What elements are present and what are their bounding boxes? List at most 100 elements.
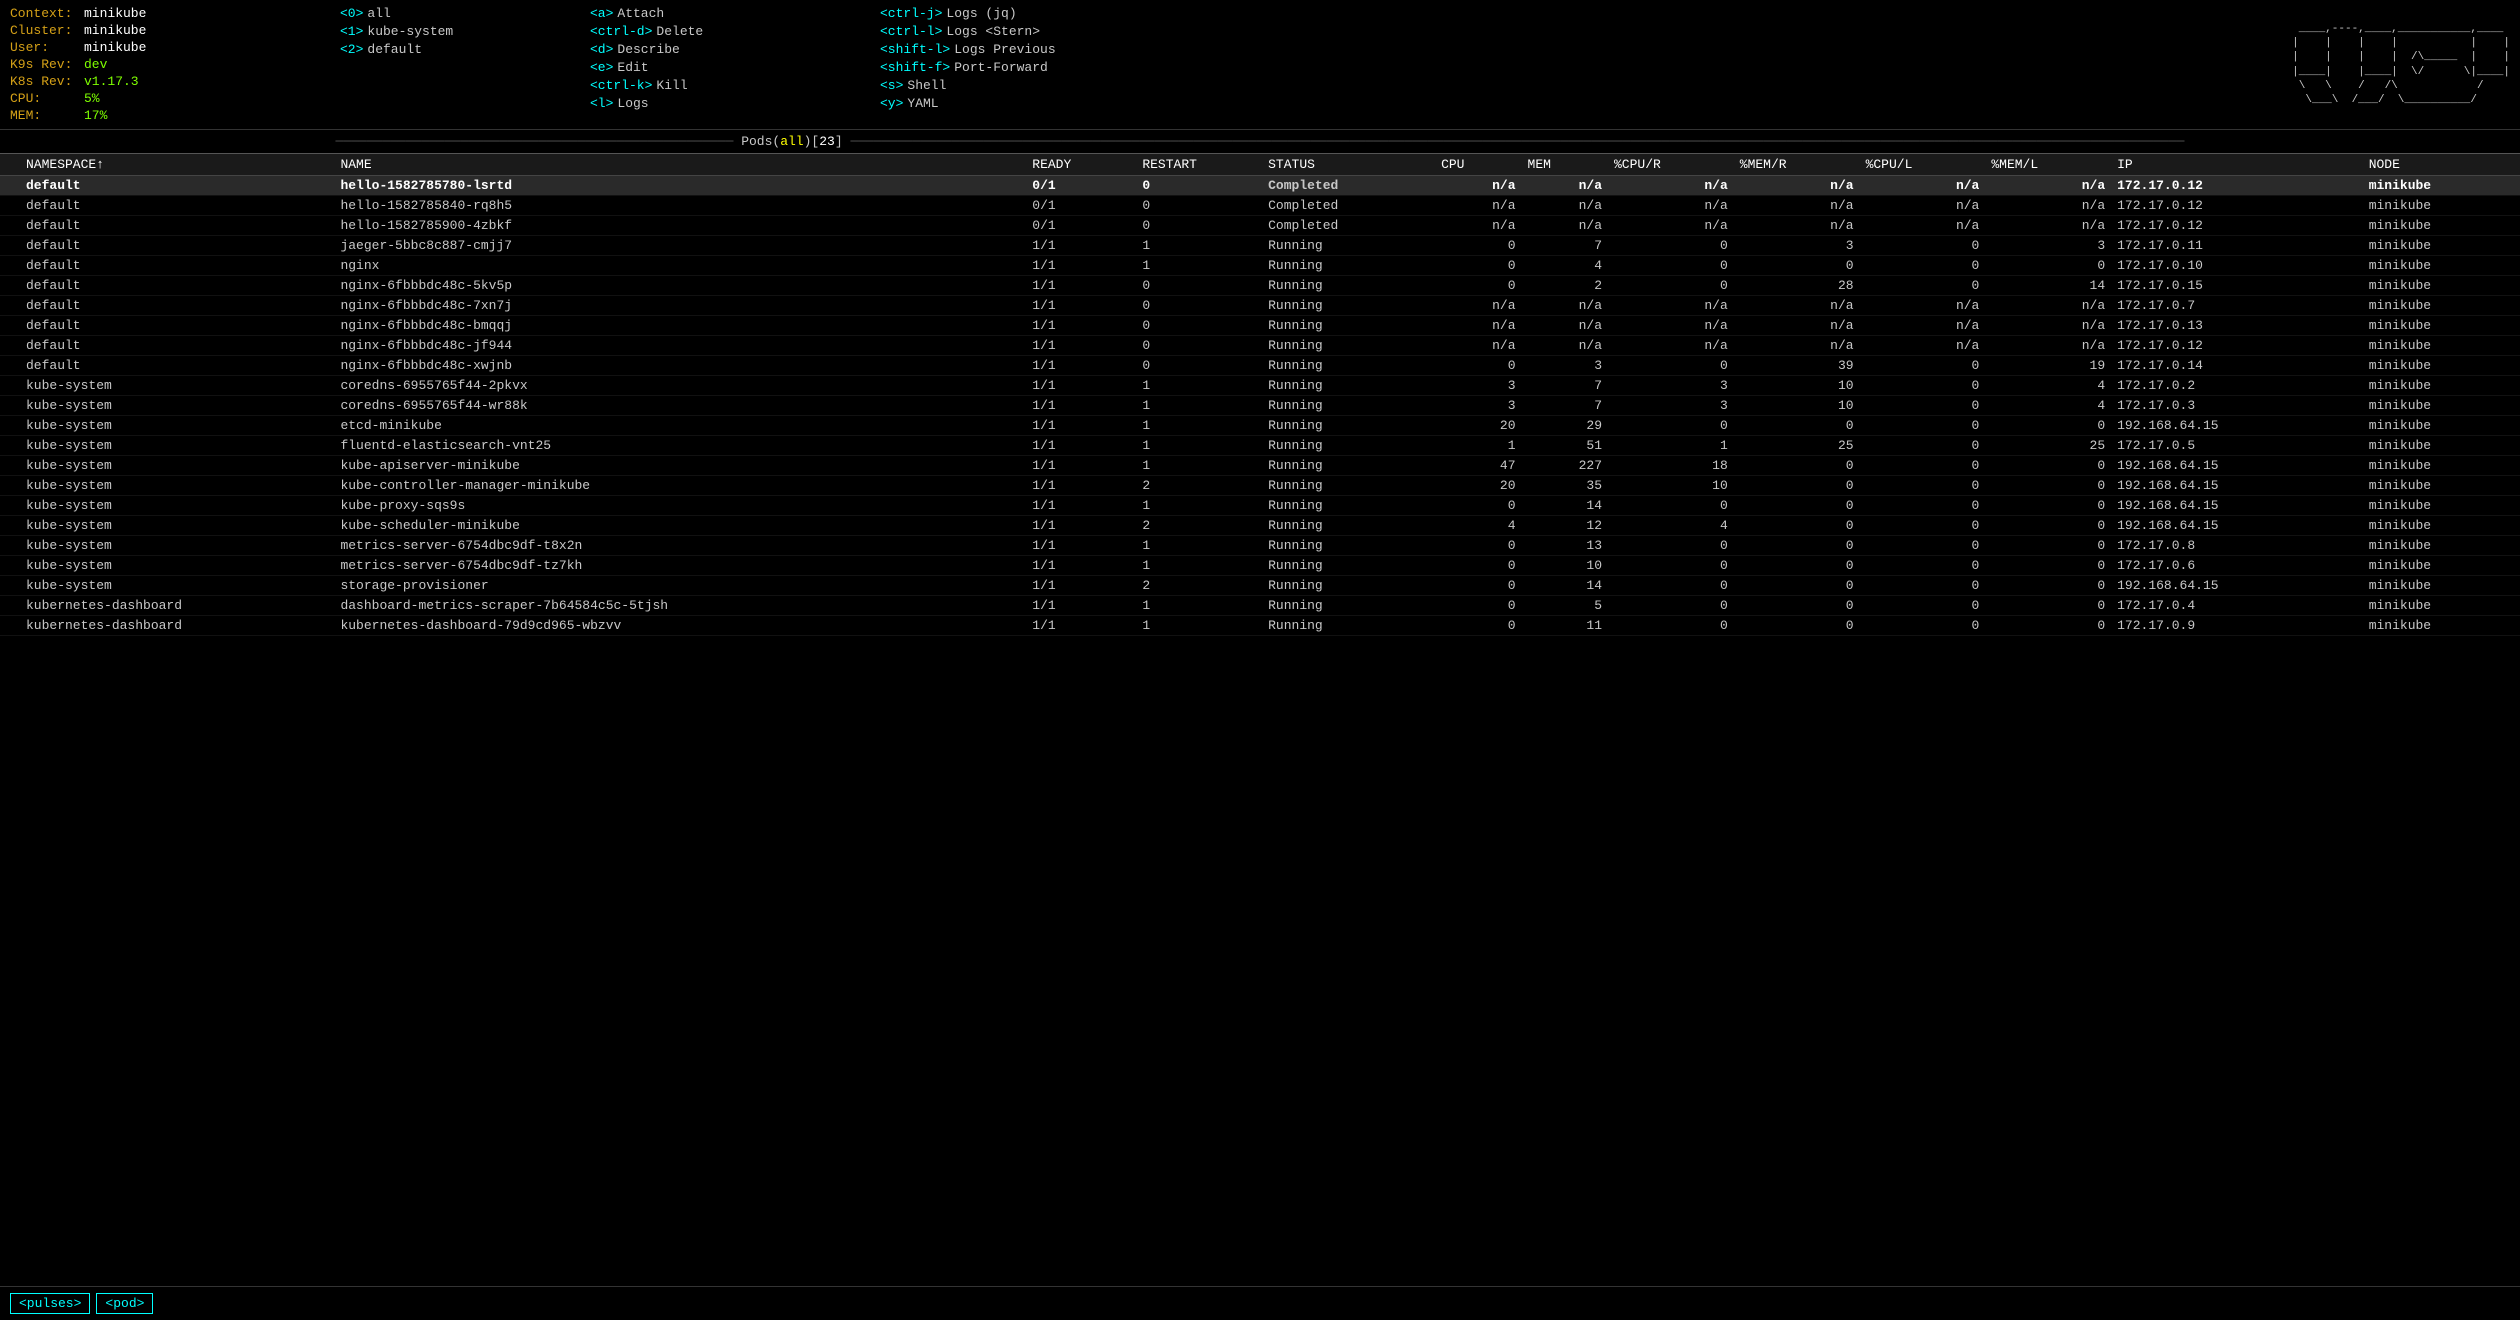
row-restart: 1 [1136, 396, 1262, 416]
table-row[interactable]: kube-system metrics-server-6754dbc9df-tz… [0, 556, 2520, 576]
row-indicator [0, 596, 20, 616]
row-cpuR: n/a [1608, 196, 1734, 216]
row-cpu: n/a [1435, 196, 1521, 216]
bottom-bar: <pulses> <pod> [0, 1286, 2520, 1320]
row-name: coredns-6955765f44-wr88k [334, 396, 1026, 416]
row-memR: 39 [1734, 356, 1860, 376]
row-ready: 0/1 [1026, 216, 1136, 236]
pulses-tab[interactable]: <pulses> [10, 1293, 90, 1314]
row-cpuL: 0 [1860, 436, 1986, 456]
shortcut-desc-l: Logs [617, 96, 648, 111]
row-namespace: default [20, 336, 334, 356]
row-ip: 172.17.0.4 [2111, 596, 2363, 616]
row-mem: 227 [1522, 456, 1608, 476]
row-namespace: kube-system [20, 376, 334, 396]
row-name: metrics-server-6754dbc9df-t8x2n [334, 536, 1026, 556]
row-cpuR: 1 [1608, 436, 1734, 456]
table-row[interactable]: kube-system etcd-minikube 1/1 1 Running … [0, 416, 2520, 436]
table-row[interactable]: default nginx-6fbbbdc48c-bmqqj 1/1 0 Run… [0, 316, 2520, 336]
title-separator-left: ────────────────────────────────────────… [336, 134, 742, 149]
table-row[interactable]: kube-system metrics-server-6754dbc9df-t8… [0, 536, 2520, 556]
shortcut-key-shiftf: <shift-f> [880, 60, 950, 75]
row-ip: 192.168.64.15 [2111, 516, 2363, 536]
row-cpu: n/a [1435, 296, 1521, 316]
col-name: NAME [334, 154, 1026, 176]
row-name: coredns-6955765f44-2pkvx [334, 376, 1026, 396]
shortcut-key-l: <l> [590, 96, 613, 111]
row-cpuR: n/a [1608, 176, 1734, 196]
row-memL: 4 [1985, 376, 2111, 396]
row-node: minikube [2363, 236, 2520, 256]
cluster-value: minikube [84, 23, 146, 38]
table-row[interactable]: default hello-1582785900-4zbkf 0/1 0 Com… [0, 216, 2520, 236]
row-name: nginx [334, 256, 1026, 276]
row-status: Running [1262, 616, 1435, 636]
shortcut-key-shiftl: <shift-l> [880, 42, 950, 57]
row-indicator [0, 496, 20, 516]
row-mem: n/a [1522, 316, 1608, 336]
pod-tab[interactable]: <pod> [96, 1293, 153, 1314]
row-indicator [0, 556, 20, 576]
row-status: Running [1262, 596, 1435, 616]
user-value: minikube [84, 40, 146, 55]
row-indicator [0, 416, 20, 436]
row-memR: 0 [1734, 256, 1860, 276]
row-memL: 4 [1985, 396, 2111, 416]
table-row[interactable]: kube-system kube-controller-manager-mini… [0, 476, 2520, 496]
shortcut-desc-ctrlj: Logs (jq) [946, 6, 1016, 21]
table-row[interactable]: default hello-1582785780-lsrtd 0/1 0 Com… [0, 176, 2520, 196]
table-row[interactable]: default jaeger-5bbc8c887-cmjj7 1/1 1 Run… [0, 236, 2520, 256]
user-label: User: [10, 40, 80, 55]
table-row[interactable]: default hello-1582785840-rq8h5 0/1 0 Com… [0, 196, 2520, 216]
row-restart: 0 [1136, 276, 1262, 296]
context-label: Context: [10, 6, 80, 21]
row-name: hello-1582785780-lsrtd [334, 176, 1026, 196]
table-row[interactable]: kubernetes-dashboard dashboard-metrics-s… [0, 596, 2520, 616]
row-cpuL: 0 [1860, 356, 1986, 376]
table-row[interactable]: kube-system coredns-6955765f44-2pkvx 1/1… [0, 376, 2520, 396]
row-indicator [0, 176, 20, 196]
row-memR: n/a [1734, 316, 1860, 336]
row-mem: 7 [1522, 236, 1608, 256]
logo-art: ____,----,____,___________,____ | | | | … [2286, 22, 2510, 108]
row-node: minikube [2363, 616, 2520, 636]
row-mem: 29 [1522, 416, 1608, 436]
row-cpuL: 0 [1860, 276, 1986, 296]
table-row[interactable]: kubernetes-dashboard kubernetes-dashboar… [0, 616, 2520, 636]
logo-section: ____,----,____,___________,____ | | | | … [2230, 6, 2510, 123]
row-memL: 25 [1985, 436, 2111, 456]
row-cpu: 3 [1435, 376, 1521, 396]
row-node: minikube [2363, 556, 2520, 576]
table-title: Pods(all)[23] [741, 134, 842, 149]
table-row[interactable]: kube-system coredns-6955765f44-wr88k 1/1… [0, 396, 2520, 416]
row-cpuR: 0 [1608, 596, 1734, 616]
row-indicator [0, 476, 20, 496]
row-mem: n/a [1522, 216, 1608, 236]
row-namespace: kube-system [20, 396, 334, 416]
row-memL: 0 [1985, 616, 2111, 636]
row-mem: 7 [1522, 396, 1608, 416]
row-ip: 172.17.0.12 [2111, 176, 2363, 196]
row-node: minikube [2363, 576, 2520, 596]
table-row[interactable]: kube-system kube-apiserver-minikube 1/1 … [0, 456, 2520, 476]
row-cpuR: 0 [1608, 416, 1734, 436]
title-separator-right: ────────────────────────────────────────… [843, 134, 2185, 149]
row-memL: n/a [1985, 176, 2111, 196]
row-indicator [0, 236, 20, 256]
table-row[interactable]: kube-system storage-provisioner 1/1 2 Ru… [0, 576, 2520, 596]
table-row[interactable]: kube-system fluentd-elasticsearch-vnt25 … [0, 436, 2520, 456]
table-row[interactable]: kube-system kube-proxy-sqs9s 1/1 1 Runni… [0, 496, 2520, 516]
row-memL: 3 [1985, 236, 2111, 256]
table-row[interactable]: default nginx-6fbbbdc48c-jf944 1/1 0 Run… [0, 336, 2520, 356]
row-node: minikube [2363, 216, 2520, 236]
table-row[interactable]: default nginx-6fbbbdc48c-7xn7j 1/1 0 Run… [0, 296, 2520, 316]
table-row[interactable]: default nginx 1/1 1 Running 0 4 0 0 0 0 … [0, 256, 2520, 276]
row-namespace: default [20, 256, 334, 276]
row-namespace: kube-system [20, 556, 334, 576]
table-row[interactable]: default nginx-6fbbbdc48c-5kv5p 1/1 0 Run… [0, 276, 2520, 296]
row-cpuL: n/a [1860, 196, 1986, 216]
row-restart: 0 [1136, 216, 1262, 236]
table-row[interactable]: kube-system kube-scheduler-minikube 1/1 … [0, 516, 2520, 536]
table-row[interactable]: default nginx-6fbbbdc48c-xwjnb 1/1 0 Run… [0, 356, 2520, 376]
row-status: Running [1262, 236, 1435, 256]
